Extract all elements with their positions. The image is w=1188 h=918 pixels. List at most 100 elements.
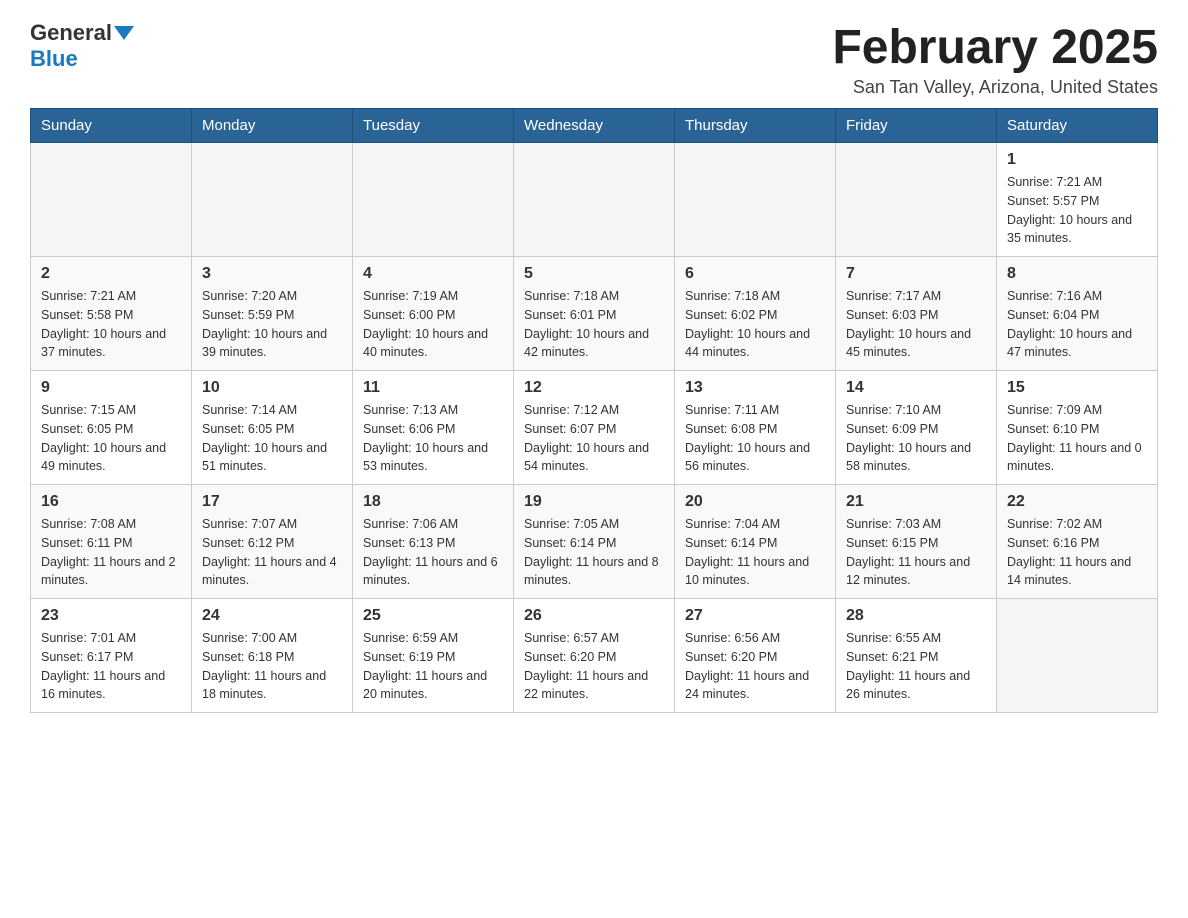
calendar-cell: 22Sunrise: 7:02 AMSunset: 6:16 PMDayligh… [997, 485, 1158, 599]
day-info: Sunrise: 7:14 AMSunset: 6:05 PMDaylight:… [202, 401, 342, 476]
day-info: Sunrise: 7:18 AMSunset: 6:01 PMDaylight:… [524, 287, 664, 362]
day-number: 20 [685, 493, 825, 511]
day-number: 26 [524, 607, 664, 625]
weekday-header-sunday: Sunday [31, 109, 192, 143]
day-info: Sunrise: 7:01 AMSunset: 6:17 PMDaylight:… [41, 629, 181, 704]
calendar-cell: 4 Sunrise: 7:19 AMSunset: 6:00 PMDaylight… [353, 257, 514, 371]
day-number: 9 [41, 379, 181, 397]
day-number: 3 [202, 265, 342, 283]
calendar-cell: 13Sunrise: 7:11 AMSunset: 6:08 PMDayligh… [675, 371, 836, 485]
calendar-cell: 5 Sunrise: 7:18 AMSunset: 6:01 PMDaylight… [514, 257, 675, 371]
calendar-cell [836, 143, 997, 257]
day-number: 4 [363, 265, 503, 283]
day-info: Sunrise: 7:07 AMSunset: 6:12 PMDaylight:… [202, 515, 342, 590]
day-number: 16 [41, 493, 181, 511]
logo-triangle-icon [114, 26, 134, 40]
day-number: 19 [524, 493, 664, 511]
calendar-cell: 20Sunrise: 7:04 AMSunset: 6:14 PMDayligh… [675, 485, 836, 599]
weekday-header-wednesday: Wednesday [514, 109, 675, 143]
logo: General Blue [30, 20, 136, 72]
logo-general-text: General [30, 20, 112, 46]
weekday-header-row: SundayMondayTuesdayWednesdayThursdayFrid… [31, 109, 1158, 143]
calendar-cell: 26 Sunrise: 6:57 AMSunset: 6:20 PMDayligh… [514, 599, 675, 713]
day-info: Sunrise: 7:06 AMSunset: 6:13 PMDaylight:… [363, 515, 503, 590]
calendar-header: SundayMondayTuesdayWednesdayThursdayFrid… [31, 109, 1158, 143]
day-info: Sunrise: 7:00 AMSunset: 6:18 PMDaylight:… [202, 629, 342, 704]
calendar-cell: 24 Sunrise: 7:00 AMSunset: 6:18 PMDayligh… [192, 599, 353, 713]
location-title: San Tan Valley, Arizona, United States [832, 77, 1158, 98]
calendar-cell [997, 599, 1158, 713]
day-number: 15 [1007, 379, 1147, 397]
day-info: Sunrise: 7:12 AMSunset: 6:07 PMDaylight:… [524, 401, 664, 476]
page-header: General Blue February 2025 San Tan Valle… [30, 20, 1158, 98]
weekday-header-friday: Friday [836, 109, 997, 143]
calendar-body: 1 Sunrise: 7:21 AMSunset: 5:57 PMDaylight… [31, 143, 1158, 713]
calendar-cell: 25 Sunrise: 6:59 AMSunset: 6:19 PMDayligh… [353, 599, 514, 713]
weekday-header-saturday: Saturday [997, 109, 1158, 143]
day-info: Sunrise: 7:16 AMSunset: 6:04 PMDaylight:… [1007, 287, 1147, 362]
day-number: 8 [1007, 265, 1147, 283]
day-number: 24 [202, 607, 342, 625]
calendar-cell [353, 143, 514, 257]
day-info: Sunrise: 6:59 AMSunset: 6:19 PMDaylight:… [363, 629, 503, 704]
title-section: February 2025 San Tan Valley, Arizona, U… [832, 20, 1158, 98]
day-info: Sunrise: 7:15 AMSunset: 6:05 PMDaylight:… [41, 401, 181, 476]
calendar-cell: 15 Sunrise: 7:09 AMSunset: 6:10 PMDayligh… [997, 371, 1158, 485]
day-info: Sunrise: 7:05 AMSunset: 6:14 PMDaylight:… [524, 515, 664, 590]
calendar-cell: 2 Sunrise: 7:21 AMSunset: 5:58 PMDaylight… [31, 257, 192, 371]
calendar-cell: 21 Sunrise: 7:03 AMSunset: 6:15 PMDayligh… [836, 485, 997, 599]
day-info: Sunrise: 7:17 AMSunset: 6:03 PMDaylight:… [846, 287, 986, 362]
day-number: 1 [1007, 151, 1147, 169]
day-number: 25 [363, 607, 503, 625]
day-number: 27 [685, 607, 825, 625]
calendar-cell: 1 Sunrise: 7:21 AMSunset: 5:57 PMDaylight… [997, 143, 1158, 257]
weekday-header-thursday: Thursday [675, 109, 836, 143]
calendar-cell: 10 Sunrise: 7:14 AMSunset: 6:05 PMDayligh… [192, 371, 353, 485]
calendar-cell [675, 143, 836, 257]
day-info: Sunrise: 7:10 AMSunset: 6:09 PMDaylight:… [846, 401, 986, 476]
calendar-cell [31, 143, 192, 257]
day-info: Sunrise: 7:03 AMSunset: 6:15 PMDaylight:… [846, 515, 986, 590]
day-info: Sunrise: 7:18 AMSunset: 6:02 PMDaylight:… [685, 287, 825, 362]
day-info: Sunrise: 6:57 AMSunset: 6:20 PMDaylight:… [524, 629, 664, 704]
day-number: 10 [202, 379, 342, 397]
calendar-cell: 19 Sunrise: 7:05 AMSunset: 6:14 PMDayligh… [514, 485, 675, 599]
day-number: 17 [202, 493, 342, 511]
day-info: Sunrise: 7:19 AMSunset: 6:00 PMDaylight:… [363, 287, 503, 362]
calendar-cell: 3Sunrise: 7:20 AMSunset: 5:59 PMDaylight… [192, 257, 353, 371]
week-row-1: 1 Sunrise: 7:21 AMSunset: 5:57 PMDaylight… [31, 143, 1158, 257]
day-info: Sunrise: 7:21 AMSunset: 5:58 PMDaylight:… [41, 287, 181, 362]
calendar-table: SundayMondayTuesdayWednesdayThursdayFrid… [30, 108, 1158, 713]
calendar-cell: 17 Sunrise: 7:07 AMSunset: 6:12 PMDayligh… [192, 485, 353, 599]
day-info: Sunrise: 7:09 AMSunset: 6:10 PMDaylight:… [1007, 401, 1147, 476]
day-info: Sunrise: 7:02 AMSunset: 6:16 PMDaylight:… [1007, 515, 1147, 590]
day-number: 14 [846, 379, 986, 397]
calendar-cell: 16Sunrise: 7:08 AMSunset: 6:11 PMDayligh… [31, 485, 192, 599]
weekday-header-tuesday: Tuesday [353, 109, 514, 143]
day-info: Sunrise: 7:21 AMSunset: 5:57 PMDaylight:… [1007, 173, 1147, 248]
week-row-2: 2 Sunrise: 7:21 AMSunset: 5:58 PMDaylight… [31, 257, 1158, 371]
day-info: Sunrise: 6:56 AMSunset: 6:20 PMDaylight:… [685, 629, 825, 704]
day-number: 6 [685, 265, 825, 283]
calendar-cell: 9 Sunrise: 7:15 AMSunset: 6:05 PMDaylight… [31, 371, 192, 485]
calendar-cell: 18 Sunrise: 7:06 AMSunset: 6:13 PMDayligh… [353, 485, 514, 599]
calendar-cell: 12 Sunrise: 7:12 AMSunset: 6:07 PMDayligh… [514, 371, 675, 485]
calendar-cell: 11Sunrise: 7:13 AMSunset: 6:06 PMDayligh… [353, 371, 514, 485]
day-number: 12 [524, 379, 664, 397]
day-number: 2 [41, 265, 181, 283]
week-row-4: 16Sunrise: 7:08 AMSunset: 6:11 PMDayligh… [31, 485, 1158, 599]
calendar-cell: 27 Sunrise: 6:56 AMSunset: 6:20 PMDayligh… [675, 599, 836, 713]
day-number: 5 [524, 265, 664, 283]
calendar-cell [192, 143, 353, 257]
day-number: 18 [363, 493, 503, 511]
day-number: 21 [846, 493, 986, 511]
calendar-cell: 7 Sunrise: 7:17 AMSunset: 6:03 PMDaylight… [836, 257, 997, 371]
logo-blue-text: Blue [30, 46, 78, 72]
day-number: 7 [846, 265, 986, 283]
month-title: February 2025 [832, 20, 1158, 75]
day-number: 11 [363, 379, 503, 397]
calendar-cell: 28Sunrise: 6:55 AMSunset: 6:21 PMDayligh… [836, 599, 997, 713]
day-number: 28 [846, 607, 986, 625]
week-row-3: 9 Sunrise: 7:15 AMSunset: 6:05 PMDaylight… [31, 371, 1158, 485]
calendar-cell: 8 Sunrise: 7:16 AMSunset: 6:04 PMDaylight… [997, 257, 1158, 371]
